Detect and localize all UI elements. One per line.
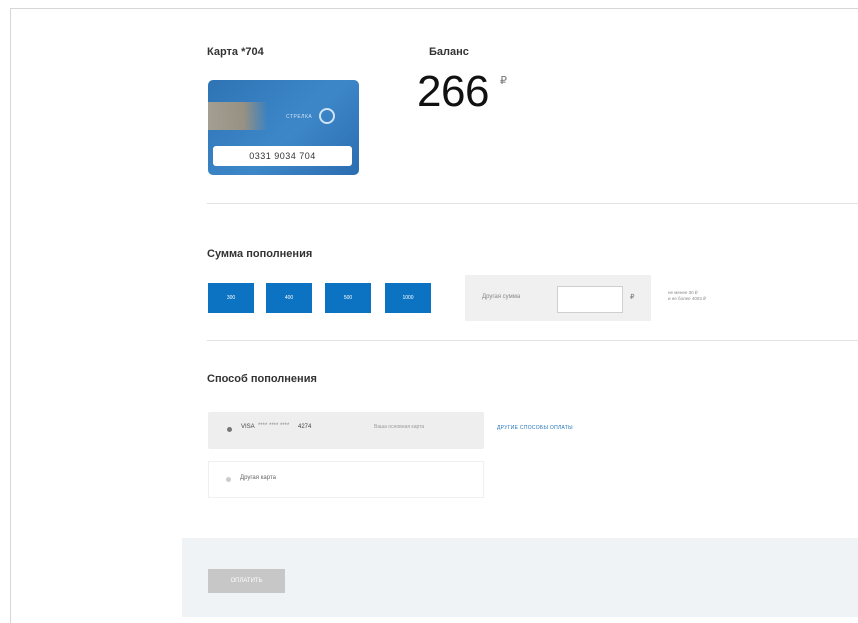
- amount-button-1000[interactable]: 1000: [385, 283, 431, 313]
- other-amount-box: Другая сумма ₽: [465, 275, 651, 321]
- amount-button-500[interactable]: 500: [325, 283, 371, 313]
- section-divider: [207, 203, 858, 204]
- amount-button-400[interactable]: 400: [266, 283, 312, 313]
- card-last4: 4274: [298, 424, 312, 430]
- balance-title: Баланс: [429, 46, 469, 58]
- method-title: Способ пополнения: [207, 373, 317, 385]
- pay-button[interactable]: ОПЛАТИТЬ: [208, 569, 285, 593]
- other-card-option[interactable]: Другая карта: [208, 461, 484, 498]
- card-title: Карта *704: [207, 46, 264, 58]
- amount-button-300[interactable]: 300: [208, 283, 254, 313]
- topup-title: Сумма пополнения: [207, 248, 313, 260]
- amount-limit-max: и не более 4003 ₽: [668, 296, 706, 301]
- balance-currency-icon: ₽: [500, 75, 507, 87]
- radio-unselected-icon[interactable]: [226, 477, 231, 482]
- saved-card-option[interactable]: VISA **** **** **** 4274 Ваша основная к…: [208, 412, 484, 449]
- other-card-label: Другая карта: [240, 475, 276, 481]
- card-decoration: [208, 102, 268, 130]
- main-card-note: Ваша основная карта: [374, 424, 425, 430]
- footer-bar: ОПЛАТИТЬ: [182, 538, 858, 617]
- other-amount-label: Другая сумма: [482, 294, 521, 300]
- amount-limits: не менее 30 ₽ и не более 4003 ₽: [668, 290, 706, 302]
- radio-selected-icon[interactable]: [227, 427, 232, 432]
- card-brand: VISA: [241, 424, 255, 430]
- card-logo-icon: [319, 108, 335, 124]
- other-payment-methods-link[interactable]: ДРУГИЕ СПОСОБЫ ОПЛАТЫ: [497, 425, 573, 431]
- section-divider: [207, 340, 858, 341]
- card-mask: **** **** ****: [258, 423, 290, 429]
- other-amount-currency: ₽: [630, 294, 635, 301]
- other-amount-input[interactable]: [557, 286, 623, 313]
- card-number: 0331 9034 704: [213, 146, 352, 166]
- transport-card-image: СТРЕЛКА 0331 9034 704: [208, 80, 359, 175]
- balance-value: 266: [417, 67, 489, 116]
- card-logo-text: СТРЕЛКА: [286, 114, 313, 120]
